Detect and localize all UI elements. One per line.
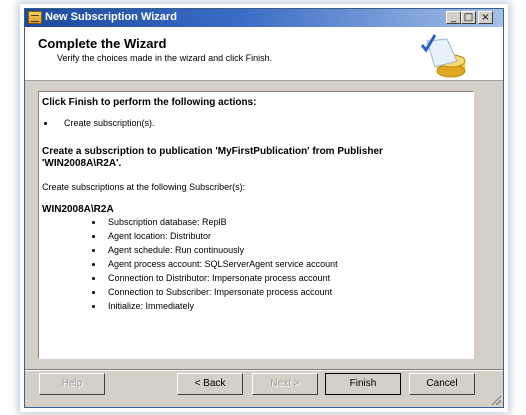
bullet-icon — [92, 235, 95, 238]
maximize-button[interactable]: □ — [461, 11, 476, 24]
minimize-button[interactable]: _ — [446, 11, 461, 24]
page-title: Complete the Wizard — [38, 36, 167, 51]
close-button[interactable]: × — [478, 11, 493, 24]
bullet-icon — [92, 221, 95, 224]
bullet-icon — [92, 263, 95, 266]
wizard-app-icon — [28, 11, 42, 24]
finish-button[interactable]: Finish — [325, 373, 401, 395]
button-separator — [25, 369, 503, 371]
cancel-button[interactable]: Cancel — [409, 373, 475, 395]
next-button[interactable]: Next > — [252, 373, 318, 395]
detail-item: Connection to Subscriber: Impersonate pr… — [108, 287, 333, 297]
action-item: Create subscription(s). — [64, 118, 155, 128]
detail-item: Subscription database: ReplB — [108, 217, 227, 227]
detail-item: Initialize: Immediately — [108, 301, 195, 311]
detail-item: Connection to Distributor: Impersonate p… — [108, 273, 331, 283]
subscribers-text: Create subscriptions at the following Su… — [42, 182, 246, 192]
publication-heading-line1: Create a subscription to publication 'My… — [42, 146, 383, 157]
window-title: New Subscription Wizard — [45, 11, 177, 23]
bullet-icon — [92, 277, 95, 280]
actions-heading: Click Finish to perform the following ac… — [42, 97, 257, 108]
subscriber-name: WIN2008A\R2A — [42, 204, 114, 215]
back-button[interactable]: < Back — [177, 373, 243, 395]
page-subtitle: Verify the choices made in the wizard an… — [57, 53, 273, 63]
publication-heading-line2: 'WIN2008A\R2A'. — [42, 158, 122, 169]
wizard-window: New Subscription Wizard _ □ × Complete t… — [24, 8, 504, 408]
bullet-icon — [44, 122, 47, 125]
bullet-icon — [92, 291, 95, 294]
detail-item: Agent process account: SQLServerAgent se… — [108, 259, 338, 269]
resize-grip-icon[interactable] — [490, 394, 501, 405]
title-bar[interactable]: New Subscription Wizard _ □ × — [25, 9, 503, 27]
wizard-header: Complete the Wizard Verify the choices m… — [25, 27, 503, 81]
checkmark-database-icon — [420, 34, 466, 78]
bullet-icon — [92, 305, 95, 308]
summary-textbox[interactable]: Click Finish to perform the following ac… — [38, 91, 474, 359]
detail-item: Agent schedule: Run continuously — [108, 245, 245, 255]
detail-item: Agent location: Distributor — [108, 231, 212, 241]
bullet-icon — [92, 249, 95, 252]
help-button[interactable]: Help — [39, 373, 105, 395]
